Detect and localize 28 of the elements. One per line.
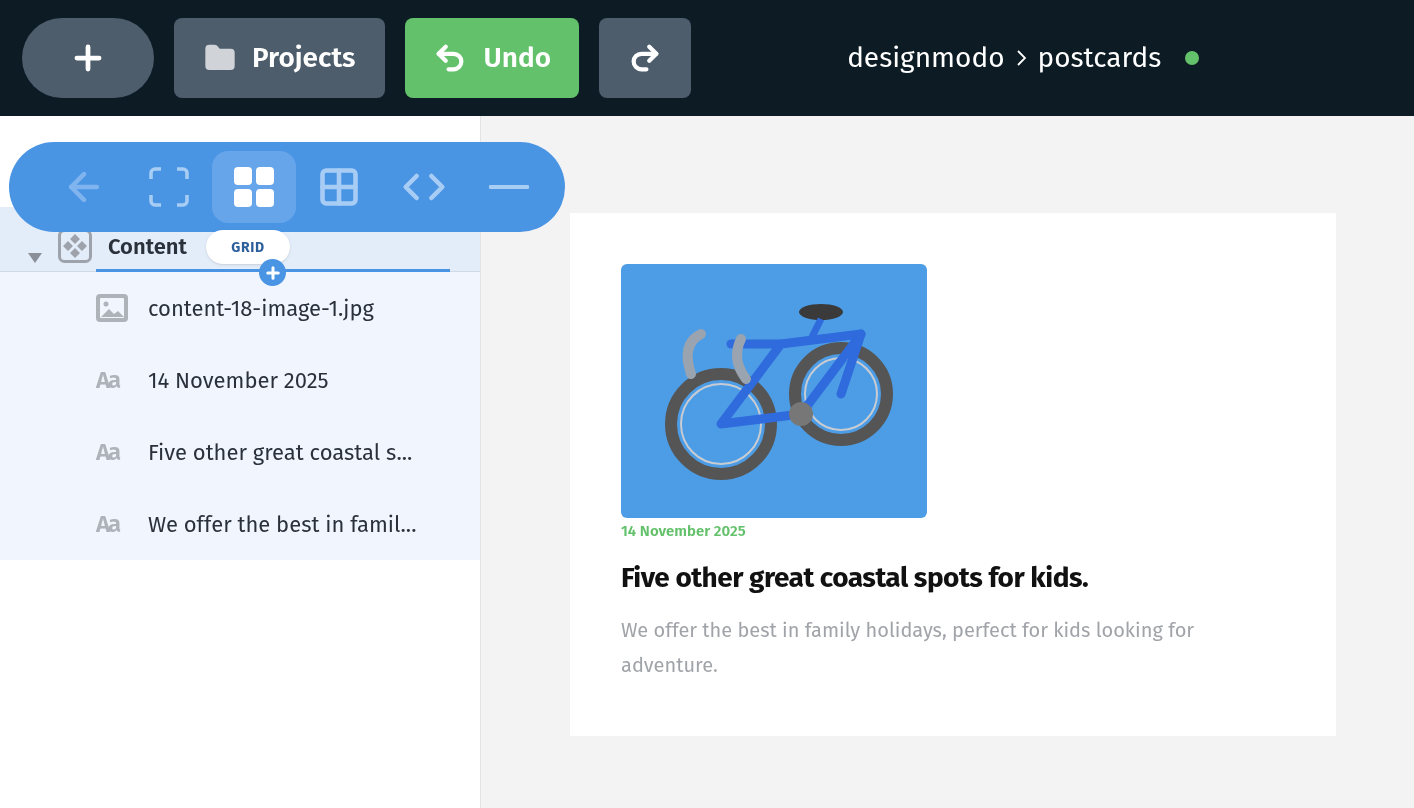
text-layer-icon: Aa bbox=[96, 362, 128, 398]
layer-row[interactable]: Aa We offer the best in famil... bbox=[0, 488, 480, 560]
chevron-right-icon bbox=[1016, 50, 1026, 66]
layer-label: 14 November 2025 bbox=[148, 365, 329, 396]
table-icon bbox=[317, 165, 361, 209]
text-layer-icon: Aa bbox=[96, 434, 128, 470]
card-date: 14 November 2025 bbox=[621, 521, 747, 542]
layer-label: content-18-image-1.jpg bbox=[148, 293, 374, 324]
layer-label: Five other great coastal s... bbox=[148, 437, 413, 468]
card-title: Five other great coastal spots for kids. bbox=[621, 559, 1090, 596]
layer-label: We offer the best in famil... bbox=[148, 509, 417, 540]
minus-icon bbox=[489, 185, 529, 189]
card-description: We offer the best in family holidays, perfect for kids looking for adventure. bbox=[621, 616, 1196, 679]
frame-icon bbox=[147, 165, 191, 209]
grid-icon bbox=[232, 165, 276, 209]
breadcrumb-link[interactable]: postcards bbox=[1037, 37, 1162, 79]
component-icon bbox=[58, 229, 92, 263]
layer-row[interactable]: Aa 14 November 2025 bbox=[0, 344, 480, 416]
text-layer-icon: Aa bbox=[96, 506, 128, 542]
tooltip: GRID bbox=[206, 230, 290, 264]
layer-row[interactable]: Aa Five other great coastal s... bbox=[0, 416, 480, 488]
image-icon bbox=[96, 294, 128, 322]
toolbar-button[interactable] bbox=[212, 151, 296, 223]
projects-button[interactable]: Projects bbox=[174, 18, 386, 98]
breadcrumb-link[interactable]: designmodo bbox=[847, 37, 1005, 79]
layer-row[interactable]: content-18-image-1.jpg bbox=[0, 272, 480, 344]
redo-button[interactable] bbox=[599, 18, 692, 98]
layer-label: Content bbox=[108, 232, 187, 262]
